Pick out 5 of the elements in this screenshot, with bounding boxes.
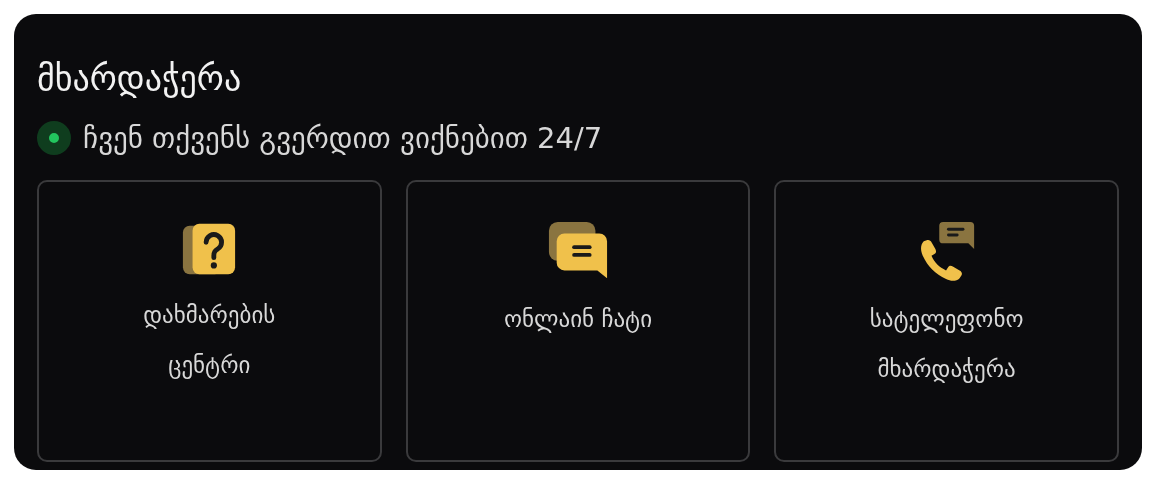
panel-title: მხარდაჭერა [37,57,243,100]
support-option[interactable]: სატელეფონო მხარდაჭერა [774,180,1119,462]
status-text: ჩვენ თქვენს გვერდით ვიქნებით 24/7 [83,120,603,157]
support-option[interactable]: დახმარების ცენტრი [37,180,382,462]
support-option[interactable]: ონლაინ ჩატი [405,180,751,462]
